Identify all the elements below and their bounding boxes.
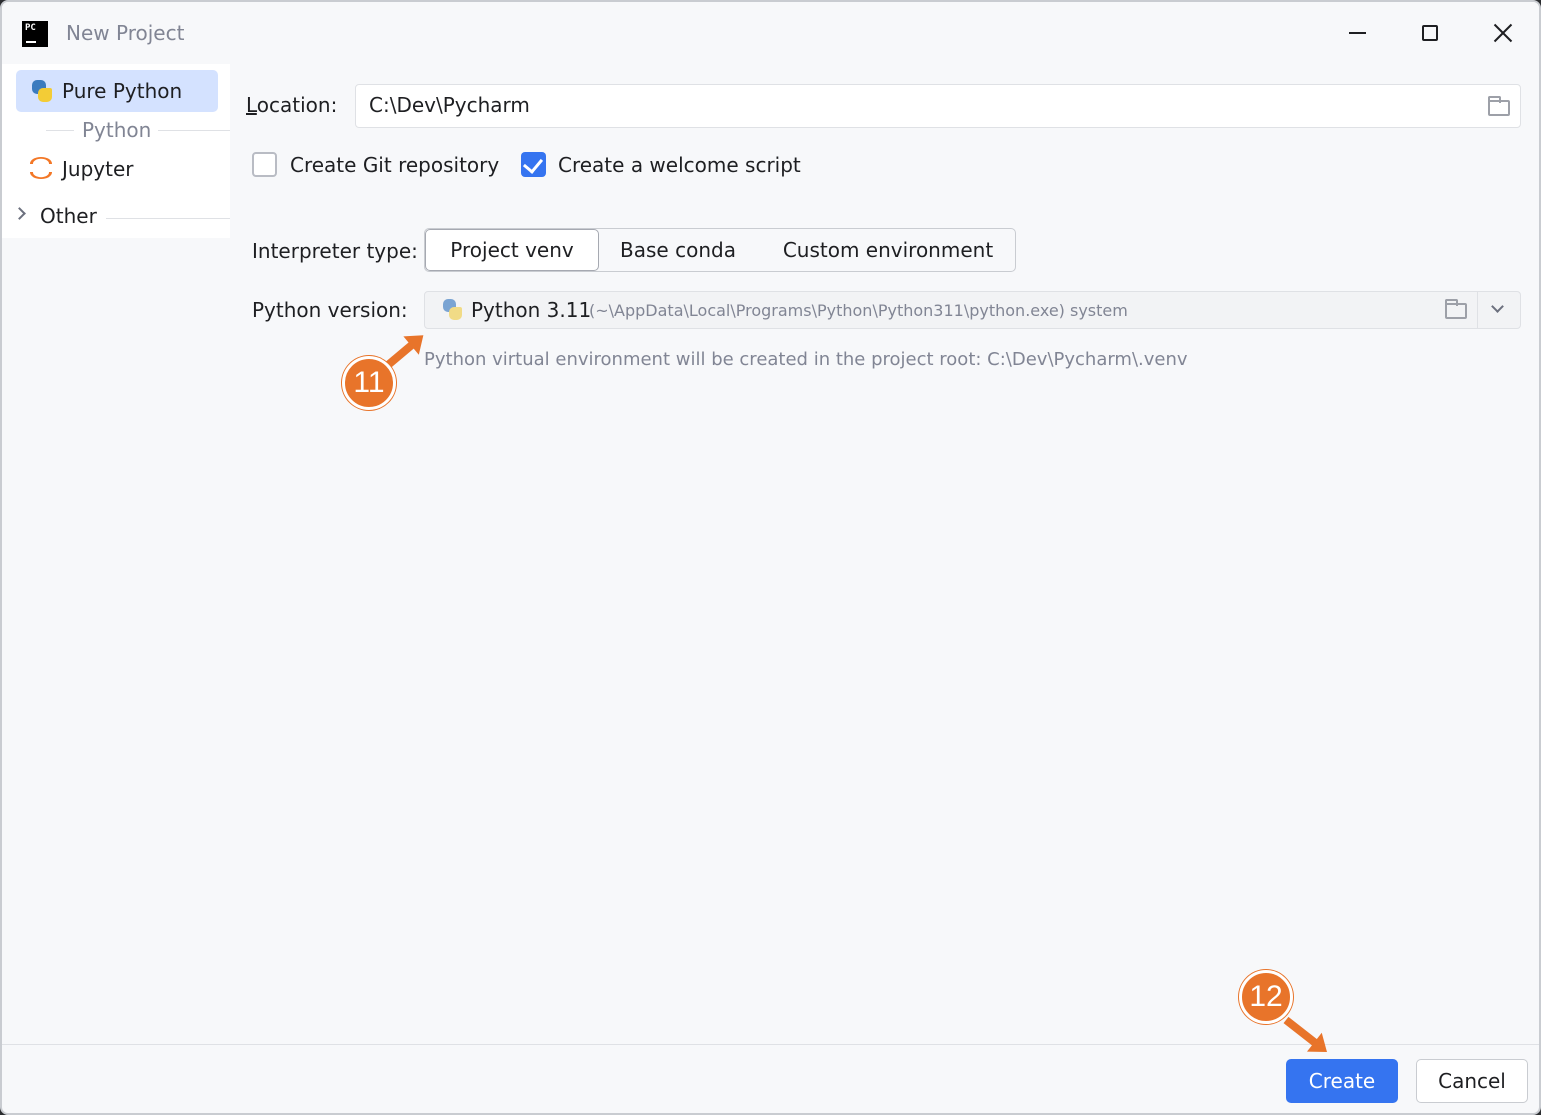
project-settings-panel: Location: Create Git repository Create a… (230, 64, 1539, 1044)
interpreter-type-label: Interpreter type: (252, 239, 418, 263)
python-version-path: (~\AppData\Local\Programs\Python\Python3… (589, 301, 1128, 320)
callout-badge-12: 12 (1239, 970, 1293, 1024)
footer-divider (2, 1044, 1539, 1045)
browse-folder-icon[interactable] (1488, 96, 1510, 116)
browse-interpreter-icon[interactable] (1445, 299, 1467, 319)
location-field[interactable] (355, 84, 1521, 128)
chevron-right-icon (13, 207, 26, 220)
python-version-select[interactable]: Python 3.11 (~\AppData\Local\Programs\Py… (424, 291, 1521, 329)
sidebar-item-label: Pure Python (62, 79, 183, 103)
tab-custom-environment[interactable]: Custom environment (765, 229, 1011, 271)
create-welcome-label[interactable]: Create a welcome script (558, 153, 801, 177)
sidebar-item-pure-python[interactable]: Pure Python (16, 70, 218, 112)
create-git-checkbox[interactable] (252, 152, 277, 177)
sidebar-group-python: Python (2, 118, 230, 142)
title-bar: PC New Project (2, 2, 1539, 64)
sidebar-item-other[interactable]: Other (2, 204, 230, 234)
sidebar-empty-area (2, 238, 230, 1044)
minimize-button[interactable] (1335, 14, 1379, 52)
python-icon (441, 298, 463, 320)
tab-project-venv[interactable]: Project venv (425, 229, 599, 271)
interpreter-type-selector: Project venv Base conda Custom environme… (424, 228, 1016, 272)
minimize-icon (1348, 32, 1366, 34)
close-button[interactable] (1481, 14, 1525, 52)
create-button[interactable]: Create (1286, 1059, 1398, 1103)
callout-badge-11: 11 (342, 356, 396, 410)
new-project-dialog: PC New Project Pure Python Python Jupyte… (0, 0, 1541, 1115)
tab-base-conda[interactable]: Base conda (603, 229, 753, 271)
location-label: Location: (246, 93, 338, 117)
pycharm-logo-icon: PC (22, 21, 48, 47)
close-icon (1493, 23, 1513, 43)
window-title: New Project (66, 21, 185, 45)
sidebar-item-jupyter[interactable]: Jupyter (16, 148, 218, 190)
python-version-value: Python 3.11 (471, 298, 592, 322)
python-version-label: Python version: (252, 298, 408, 322)
sidebar-item-label: Jupyter (62, 157, 134, 181)
jupyter-icon (30, 157, 52, 179)
sidebar-item-label: Other (40, 204, 97, 228)
project-type-sidebar: Pure Python Python Jupyter Other (2, 64, 230, 1044)
venv-hint: Python virtual environment will be creat… (424, 349, 1188, 370)
chevron-down-icon[interactable] (1491, 300, 1504, 313)
location-input[interactable] (369, 93, 1469, 117)
python-icon (30, 79, 54, 103)
create-welcome-checkbox[interactable] (521, 152, 546, 177)
maximize-button[interactable] (1408, 14, 1452, 52)
maximize-icon (1422, 25, 1438, 41)
create-git-label[interactable]: Create Git repository (290, 153, 499, 177)
sidebar-group-label: Python (82, 118, 152, 142)
cancel-button[interactable]: Cancel (1416, 1059, 1528, 1103)
